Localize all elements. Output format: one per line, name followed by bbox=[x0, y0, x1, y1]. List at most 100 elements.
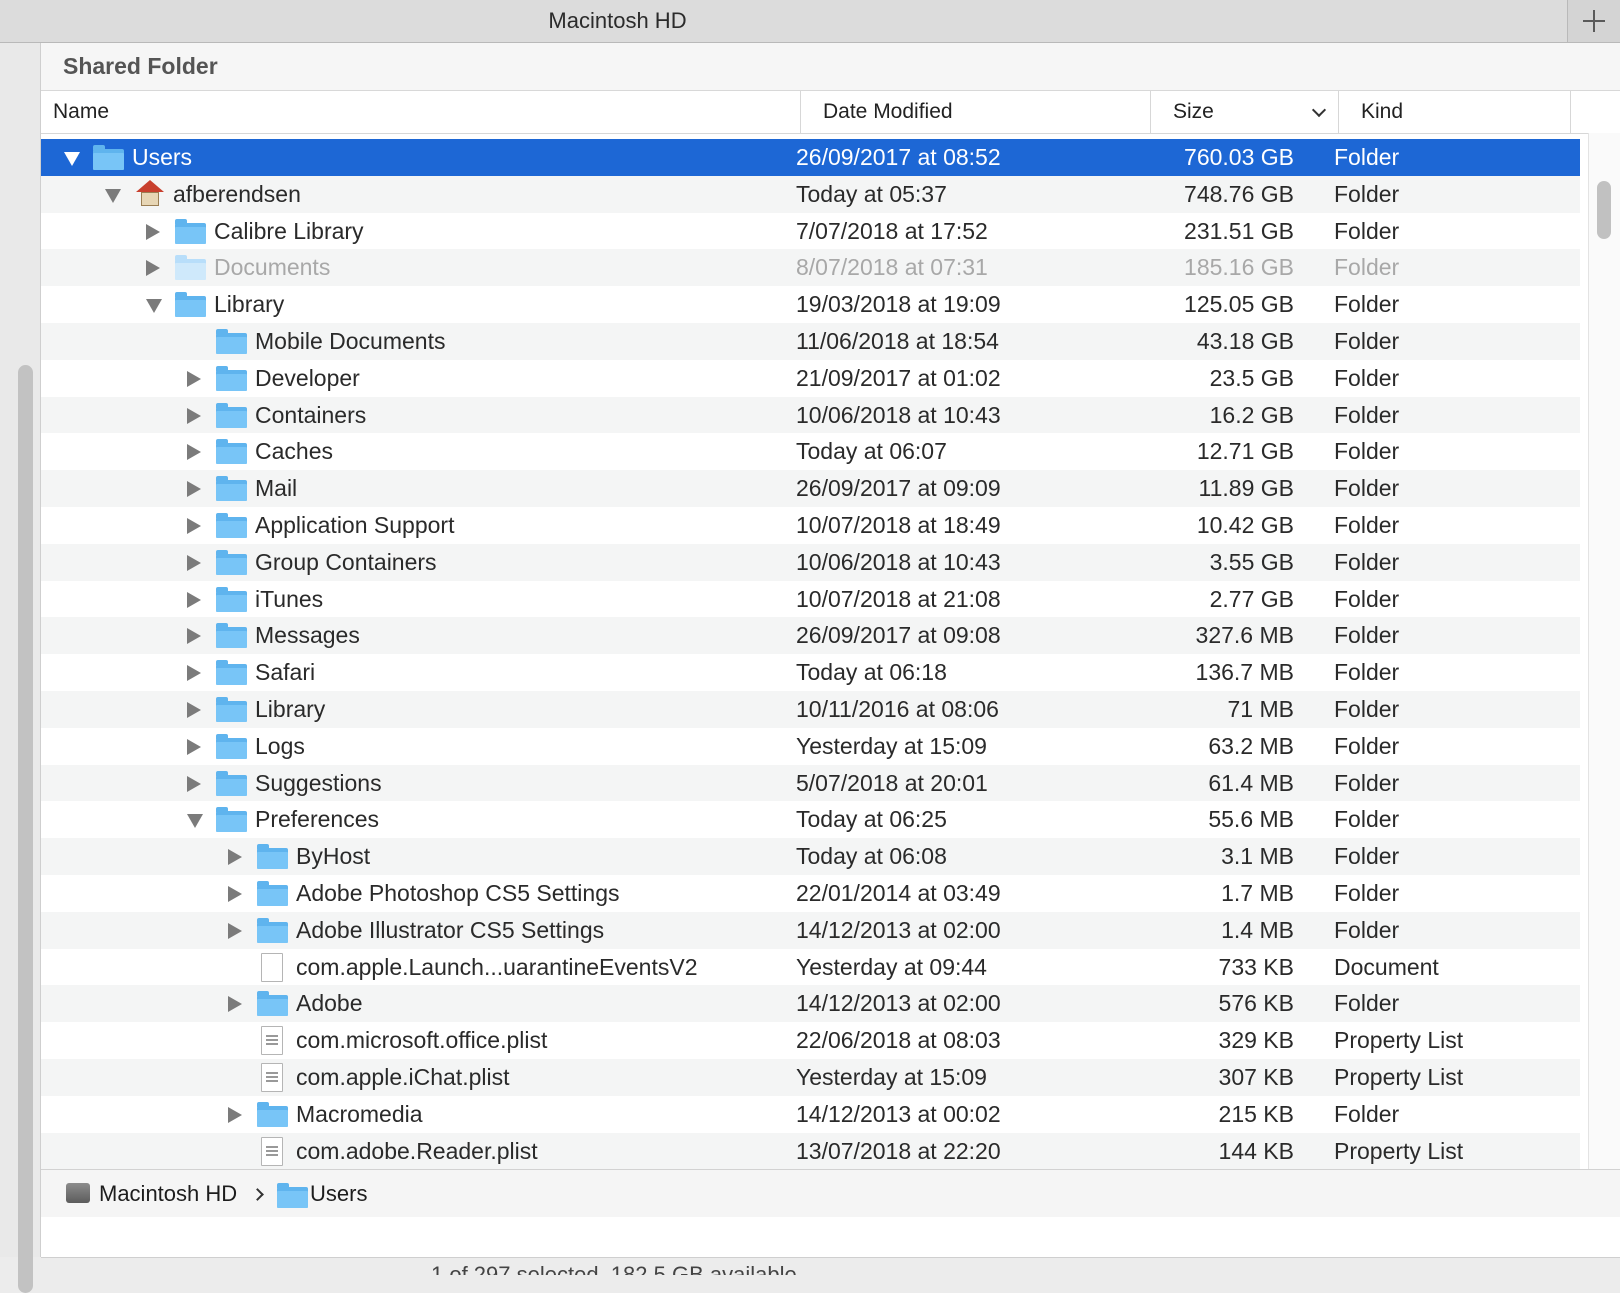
users-folder-icon bbox=[93, 145, 125, 170]
table-row[interactable]: Developer 21/09/2017 at 01:02 23.5 GB Folde… bbox=[41, 360, 1580, 397]
file-name: Adobe Illustrator CS5 Settings bbox=[296, 916, 605, 943]
table-row[interactable]: ByHost Today at 06:08 3.1 MB Folder bbox=[41, 838, 1580, 875]
table-row[interactable]: Messages 26/09/2017 at 09:08 327.6 MB Folde… bbox=[41, 617, 1580, 655]
disclosure-closed-triangle-icon[interactable] bbox=[187, 481, 201, 498]
table-row[interactable]: afberendsen Today at 05:37 748.76 GB Folder bbox=[41, 175, 1580, 213]
path-item-macintosh-hd[interactable]: Macintosh HD bbox=[99, 1170, 237, 1217]
size-cell: 307 KB bbox=[1218, 1063, 1294, 1090]
file-name: Application Support bbox=[255, 511, 455, 538]
kind-cell: Folder bbox=[1334, 843, 1400, 870]
disclosure-closed-triangle-icon[interactable] bbox=[187, 628, 201, 645]
table-row[interactable]: Safari Today at 06:18 136.7 MB Folder bbox=[41, 654, 1580, 691]
table-row[interactable]: Containers 10/06/2018 at 10:43 16.2 GB Fold… bbox=[41, 396, 1580, 434]
table-row[interactable]: Users 26/09/2017 at 08:52 760.03 GB Folder bbox=[41, 139, 1580, 176]
table-row[interactable]: Library 10/11/2016 at 08:06 71 MB Folder bbox=[41, 690, 1580, 728]
date-cell: Yesterday at 15:09 bbox=[796, 1063, 987, 1090]
folder-icon bbox=[216, 660, 248, 686]
column-header-date-modified[interactable]: Date Modified bbox=[801, 91, 1151, 133]
table-row[interactable]: Logs Yesterday at 15:09 63.2 MB Folder bbox=[41, 728, 1580, 765]
kind-cell: Folder bbox=[1334, 475, 1400, 502]
date-cell: 14/12/2013 at 00:02 bbox=[796, 1100, 1001, 1127]
disclosure-closed-triangle-icon[interactable] bbox=[187, 775, 201, 792]
kind-cell: Folder bbox=[1334, 879, 1400, 906]
file-name: Mobile Documents bbox=[255, 327, 446, 354]
table-row[interactable]: com.apple.Launch...uarantineEventsV2 Yest… bbox=[41, 949, 1580, 986]
file-browser: Shared Folder Name Date Modified Size Ki… bbox=[41, 43, 1620, 1257]
date-cell: 26/09/2017 at 08:52 bbox=[796, 144, 1001, 170]
add-tab-button[interactable] bbox=[1567, 0, 1620, 42]
size-cell: 23.5 GB bbox=[1209, 364, 1294, 391]
date-cell: 11/06/2018 at 18:54 bbox=[796, 327, 999, 354]
disclosure-closed-triangle-icon[interactable] bbox=[228, 849, 242, 866]
table-row[interactable]: Caches Today at 06:07 12.71 GB Folder bbox=[41, 433, 1580, 470]
date-cell: 26/09/2017 at 09:09 bbox=[796, 475, 1001, 502]
kind-cell: Property List bbox=[1334, 1027, 1464, 1054]
document-icon bbox=[257, 952, 289, 982]
table-row[interactable]: Application Support 10/07/2018 at 18:49 10… bbox=[41, 507, 1580, 544]
table-row[interactable]: iTunes 10/07/2018 at 21:08 2.77 GB Folder bbox=[41, 581, 1580, 618]
disclosure-closed-triangle-icon[interactable] bbox=[146, 223, 160, 240]
table-row[interactable]: Preferences Today at 06:25 55.6 MB Folder bbox=[41, 801, 1580, 838]
file-name: ByHost bbox=[296, 843, 371, 870]
file-name: Documents bbox=[214, 254, 331, 281]
plist-icon bbox=[257, 1062, 289, 1092]
table-row[interactable]: Adobe Photoshop CS5 Settings 22/01/2014 a… bbox=[41, 875, 1580, 912]
disclosure-closed-triangle-icon[interactable] bbox=[146, 260, 160, 277]
disclosure-open-triangle-icon[interactable] bbox=[64, 152, 80, 166]
table-row[interactable]: com.microsoft.office.plist 22/06/2018 at … bbox=[41, 1022, 1580, 1059]
disclosure-closed-triangle-icon[interactable] bbox=[187, 665, 201, 682]
disclosure-closed-triangle-icon[interactable] bbox=[187, 444, 201, 461]
tab-macintosh-hd[interactable]: Macintosh HD bbox=[0, 0, 1235, 42]
file-name: afberendsen bbox=[173, 180, 301, 207]
file-name: com.microsoft.office.plist bbox=[296, 1027, 548, 1054]
table-row[interactable]: Mail 26/09/2017 at 09:09 11.89 GB Folder bbox=[41, 470, 1580, 507]
size-cell: 760.03 GB bbox=[1184, 144, 1294, 170]
table-row[interactable]: Adobe Illustrator CS5 Settings 14/12/2013… bbox=[41, 911, 1580, 949]
size-cell: 16.2 GB bbox=[1209, 401, 1294, 428]
date-cell: 22/06/2018 at 08:03 bbox=[796, 1027, 1001, 1054]
disclosure-open-triangle-icon[interactable] bbox=[105, 188, 121, 203]
size-cell: 1.4 MB bbox=[1221, 916, 1294, 943]
disclosure-closed-triangle-icon[interactable] bbox=[187, 517, 201, 534]
disclosure-closed-triangle-icon[interactable] bbox=[187, 591, 201, 608]
folder-icon bbox=[257, 917, 289, 943]
table-row[interactable]: Group Containers 10/06/2018 at 10:43 3.55 … bbox=[41, 543, 1580, 581]
disclosure-closed-triangle-icon[interactable] bbox=[228, 996, 242, 1013]
column-header-size[interactable]: Size bbox=[1151, 91, 1339, 133]
folder-icon bbox=[216, 586, 248, 612]
table-row[interactable]: Documents 8/07/2018 at 07:31 185.16 GB Fold… bbox=[41, 249, 1580, 287]
table-row[interactable]: com.adobe.Reader.plist 13/07/2018 at 22:2… bbox=[41, 1132, 1580, 1169]
disclosure-open-triangle-icon[interactable] bbox=[146, 299, 162, 314]
size-cell: 12.71 GB bbox=[1196, 438, 1294, 465]
table-row[interactable]: Calibre Library 7/07/2018 at 17:52 231.51 … bbox=[41, 213, 1580, 250]
kind-cell: Folder bbox=[1334, 291, 1400, 318]
scrollbar-thumb[interactable] bbox=[1597, 181, 1611, 239]
table-row[interactable]: Mobile Documents 11/06/2018 at 18:54 43.18… bbox=[41, 322, 1580, 360]
table-row[interactable]: Library 19/03/2018 at 19:09 125.05 GB Folde… bbox=[41, 286, 1580, 323]
sidebar-scrollbar[interactable] bbox=[18, 365, 33, 1293]
disclosure-closed-triangle-icon[interactable] bbox=[228, 885, 242, 902]
kind-cell: Folder bbox=[1334, 144, 1400, 170]
column-header-name[interactable]: Name bbox=[41, 91, 801, 133]
disclosure-closed-triangle-icon[interactable] bbox=[187, 701, 201, 718]
column-header-kind[interactable]: Kind bbox=[1339, 91, 1571, 133]
disclosure-open-triangle-icon[interactable] bbox=[187, 814, 203, 829]
kind-cell: Folder bbox=[1334, 659, 1400, 686]
table-row[interactable]: Adobe 14/12/2013 at 02:00 576 KB Folder bbox=[41, 985, 1580, 1023]
path-item-users[interactable]: Users bbox=[310, 1170, 367, 1217]
documents-folder-icon bbox=[175, 255, 207, 281]
disclosure-closed-triangle-icon[interactable] bbox=[187, 407, 201, 424]
disclosure-closed-triangle-icon[interactable] bbox=[228, 1106, 242, 1123]
folder-icon bbox=[216, 733, 248, 759]
size-cell: 125.05 GB bbox=[1184, 291, 1294, 318]
table-row[interactable]: Macromedia 14/12/2013 at 00:02 215 KB Folde… bbox=[41, 1096, 1580, 1133]
table-row[interactable]: Suggestions 5/07/2018 at 20:01 61.4 MB Fold… bbox=[41, 764, 1580, 802]
table-row[interactable]: com.apple.iChat.plist Yesterday at 15:09 3… bbox=[41, 1058, 1580, 1096]
disclosure-closed-triangle-icon[interactable] bbox=[187, 554, 201, 571]
file-name: Messages bbox=[255, 622, 360, 649]
kind-cell: Folder bbox=[1334, 916, 1400, 943]
disclosure-closed-triangle-icon[interactable] bbox=[228, 922, 242, 939]
disclosure-closed-triangle-icon[interactable] bbox=[187, 738, 201, 755]
disclosure-closed-triangle-icon[interactable] bbox=[187, 370, 201, 387]
vertical-scrollbar[interactable] bbox=[1588, 133, 1620, 1169]
